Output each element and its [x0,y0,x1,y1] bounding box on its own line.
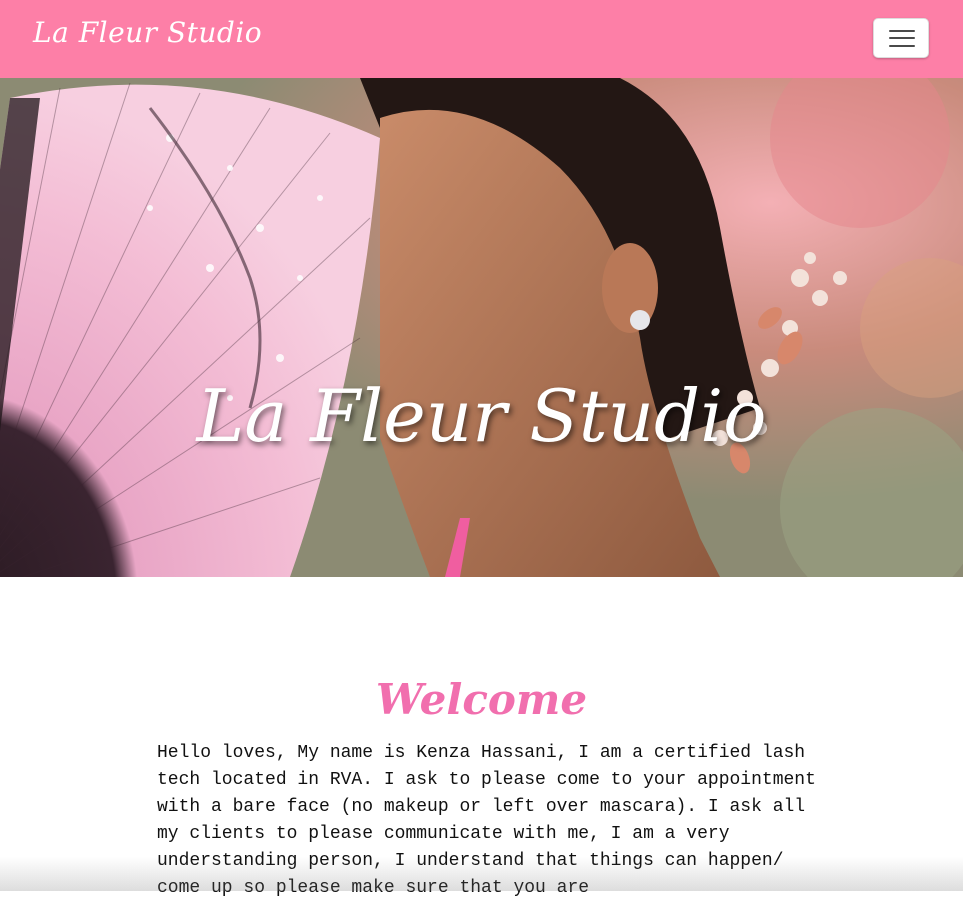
menu-toggle-button[interactable] [873,18,929,58]
hero-banner: La Fleur Studio [0,78,963,577]
hero-title: La Fleur Studio [196,374,767,458]
hero-image [0,78,963,577]
brand-logo-link[interactable]: La Fleur Studio [33,16,262,49]
welcome-paragraph: Hello loves, My name is Kenza Hassani, I… [157,743,816,898]
top-navbar: La Fleur Studio [0,0,963,78]
welcome-heading: Welcome [375,674,588,724]
